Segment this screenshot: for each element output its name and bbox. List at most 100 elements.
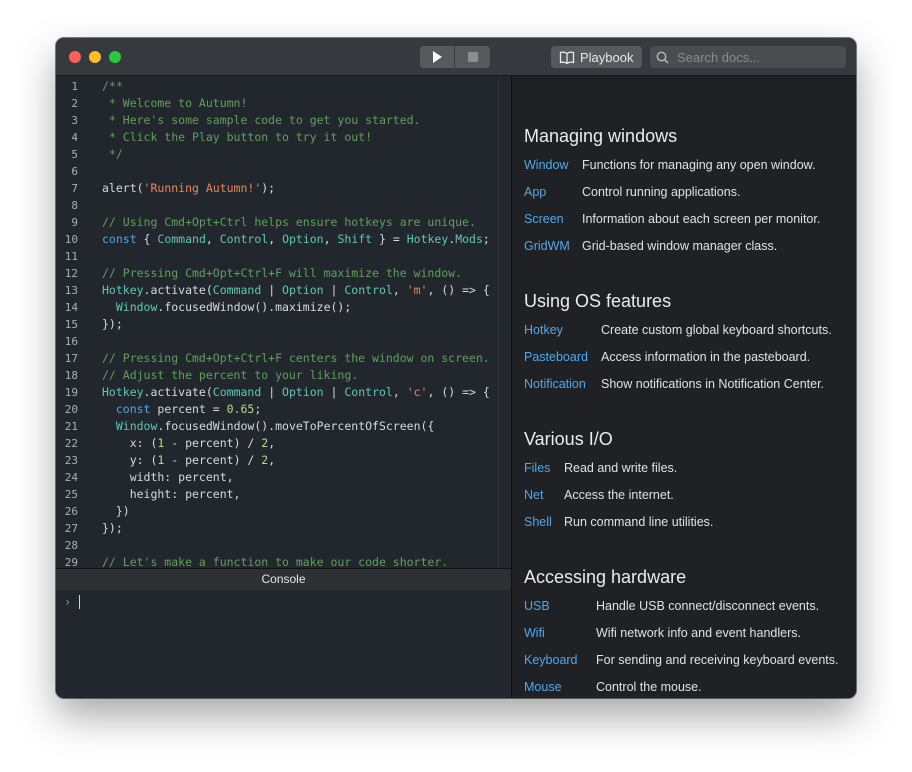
editor-scroll-track[interactable]	[498, 76, 499, 568]
docs-link-keyboard[interactable]: Keyboard	[524, 647, 596, 674]
docs-link-gridwm[interactable]: GridWM	[524, 233, 582, 260]
code-token: alert(	[102, 181, 144, 195]
docs-item: Files Read and write files.	[524, 455, 713, 482]
code-line[interactable]: })	[102, 503, 511, 520]
docs-link-notification[interactable]: Notification	[524, 371, 601, 398]
line-number: 22	[64, 437, 78, 450]
code-line[interactable]: */	[102, 146, 511, 163]
code-line[interactable]: y: (1 - percent) / 2,	[102, 452, 511, 469]
close-window-button[interactable]	[69, 51, 81, 63]
docs-item-description: Create custom global keyboard shortcuts.	[601, 323, 832, 337]
line-number: 7	[71, 182, 78, 195]
code-token: const	[102, 232, 137, 246]
code-token: // Adjust the percent to your liking.	[102, 368, 359, 382]
docs-item-description: Access the internet.	[564, 488, 674, 502]
code-token: 0.65	[226, 402, 255, 416]
minimize-window-button[interactable]	[89, 51, 101, 63]
code-line[interactable]: Window.focusedWindow().maximize();	[102, 299, 511, 316]
code-token: ,	[268, 232, 283, 246]
code-line[interactable]: const { Command, Control, Option, Shift …	[102, 231, 511, 248]
line-number: 12	[64, 267, 78, 280]
docs-link-net[interactable]: Net	[524, 482, 564, 509]
code-line[interactable]: // Pressing Cmd+Opt+Ctrl+F will maximize…	[102, 265, 511, 282]
line-number: 10	[64, 233, 78, 246]
line-number: 2	[71, 97, 78, 110]
docs-link-screen[interactable]: Screen	[524, 206, 582, 233]
code-token: Control	[344, 385, 393, 399]
code-token: // Pressing Cmd+Opt+Ctrl+F centers the w…	[102, 351, 490, 365]
code-token: })	[102, 504, 130, 518]
code-token: ,	[268, 436, 276, 450]
docs-link-files[interactable]: Files	[524, 455, 564, 482]
docs-link-usb[interactable]: USB	[524, 593, 596, 620]
search-docs-input[interactable]	[675, 48, 839, 66]
code-line[interactable]: x: (1 - percent) / 2,	[102, 435, 511, 452]
docs-item-description: Show notifications in Notification Cente…	[601, 377, 825, 391]
code-line[interactable]	[102, 333, 511, 350]
code-line[interactable]: // Let's make a function to make our cod…	[102, 554, 511, 568]
code-token: 'c'	[406, 385, 428, 399]
code-line[interactable]: });	[102, 520, 511, 537]
stop-button[interactable]	[455, 46, 490, 68]
code-token: * Click the Play button to try it out!	[102, 130, 373, 144]
docs-item: Mouse Control the mouse.	[524, 674, 839, 698]
code-line[interactable]: Hotkey.activate(Command | Option | Contr…	[102, 384, 511, 401]
code-line[interactable]: alert('Running Autumn!');	[102, 180, 511, 197]
code-token: - percent) /	[164, 453, 262, 467]
code-line[interactable]: const percent = 0.65;	[102, 401, 511, 418]
line-number: 18	[64, 369, 78, 382]
code-area[interactable]: /** * Welcome to Autumn! * Here's some s…	[102, 78, 511, 568]
playbook-button[interactable]: Playbook	[551, 46, 642, 68]
docs-item-description: Functions for managing any open window.	[582, 158, 816, 172]
code-line[interactable]: /**	[102, 78, 511, 95]
docs-section-title: Managing windows	[524, 126, 678, 146]
code-line[interactable]: * Here's some sample code to get you sta…	[102, 112, 511, 129]
code-line[interactable]: Window.focusedWindow().moveToPercentOfSc…	[102, 418, 511, 435]
docs-section: Managing windows Window Functions for mana…	[524, 122, 820, 260]
docs-item: Pasteboard Access information in the past…	[524, 344, 832, 371]
docs-item-description: Information about each screen per monito…	[582, 212, 821, 226]
console-panel[interactable]: ›	[56, 590, 511, 698]
code-line[interactable]	[102, 197, 511, 214]
code-token: .activate(	[143, 385, 213, 399]
code-line[interactable]	[102, 248, 511, 265]
docs-link-wifi[interactable]: Wifi	[524, 620, 596, 647]
play-button[interactable]	[420, 46, 455, 68]
code-line[interactable]: height: percent,	[102, 486, 511, 503]
docs-section-title: Using OS features	[524, 291, 672, 311]
code-token: Command	[212, 385, 262, 399]
docs-link-shell[interactable]: Shell	[524, 509, 564, 536]
zoom-window-button[interactable]	[109, 51, 121, 63]
docs-link-pasteboard[interactable]: Pasteboard	[524, 344, 601, 371]
docs-link-hotkey[interactable]: Hotkey	[524, 317, 601, 344]
code-line[interactable]: width: percent,	[102, 469, 511, 486]
code-token: ,	[205, 232, 220, 246]
code-line[interactable]: * Welcome to Autumn!	[102, 95, 511, 112]
docs-item: Keyboard For sending and receiving keyboa…	[524, 647, 839, 674]
code-line[interactable]: // Using Cmd+Opt+Ctrl helps ensure hotke…	[102, 214, 511, 231]
code-editor[interactable]: 1 2 3 4 5 6 7 8 9 10 11 12 13 14 15 16 17 18 19 20 21 22 23 24 2…	[56, 76, 511, 568]
code-token: Option	[282, 283, 324, 297]
run-controls	[420, 46, 490, 68]
code-token: Shift	[337, 232, 373, 246]
code-token: 'm'	[406, 283, 428, 297]
code-line[interactable]: });	[102, 316, 511, 333]
search-docs-box[interactable]	[650, 46, 846, 68]
line-number: 1	[71, 80, 78, 93]
docs-link-app[interactable]: App	[524, 179, 582, 206]
line-number-gutter: 1 2 3 4 5 6 7 8 9 10 11 12 13 14 15 16 17 18 19 20 21 22 23 24 2…	[56, 76, 92, 568]
line-number: 3	[71, 114, 78, 127]
docs-item-description: Control the mouse.	[596, 680, 702, 694]
code-line[interactable]: // Adjust the percent to your liking.	[102, 367, 511, 384]
line-number: 14	[64, 301, 78, 314]
code-line[interactable]: * Click the Play button to try it out!	[102, 129, 511, 146]
code-token: |	[261, 385, 283, 399]
code-line[interactable]: // Pressing Cmd+Opt+Ctrl+F centers the w…	[102, 350, 511, 367]
docs-link-window[interactable]: Window	[524, 152, 582, 179]
title-bar: Playbook	[56, 38, 856, 76]
docs-link-mouse[interactable]: Mouse	[524, 674, 596, 698]
line-number: 17	[64, 352, 78, 365]
code-line[interactable]	[102, 163, 511, 180]
code-line[interactable]: Hotkey.activate(Command | Option | Contr…	[102, 282, 511, 299]
code-line[interactable]	[102, 537, 511, 554]
